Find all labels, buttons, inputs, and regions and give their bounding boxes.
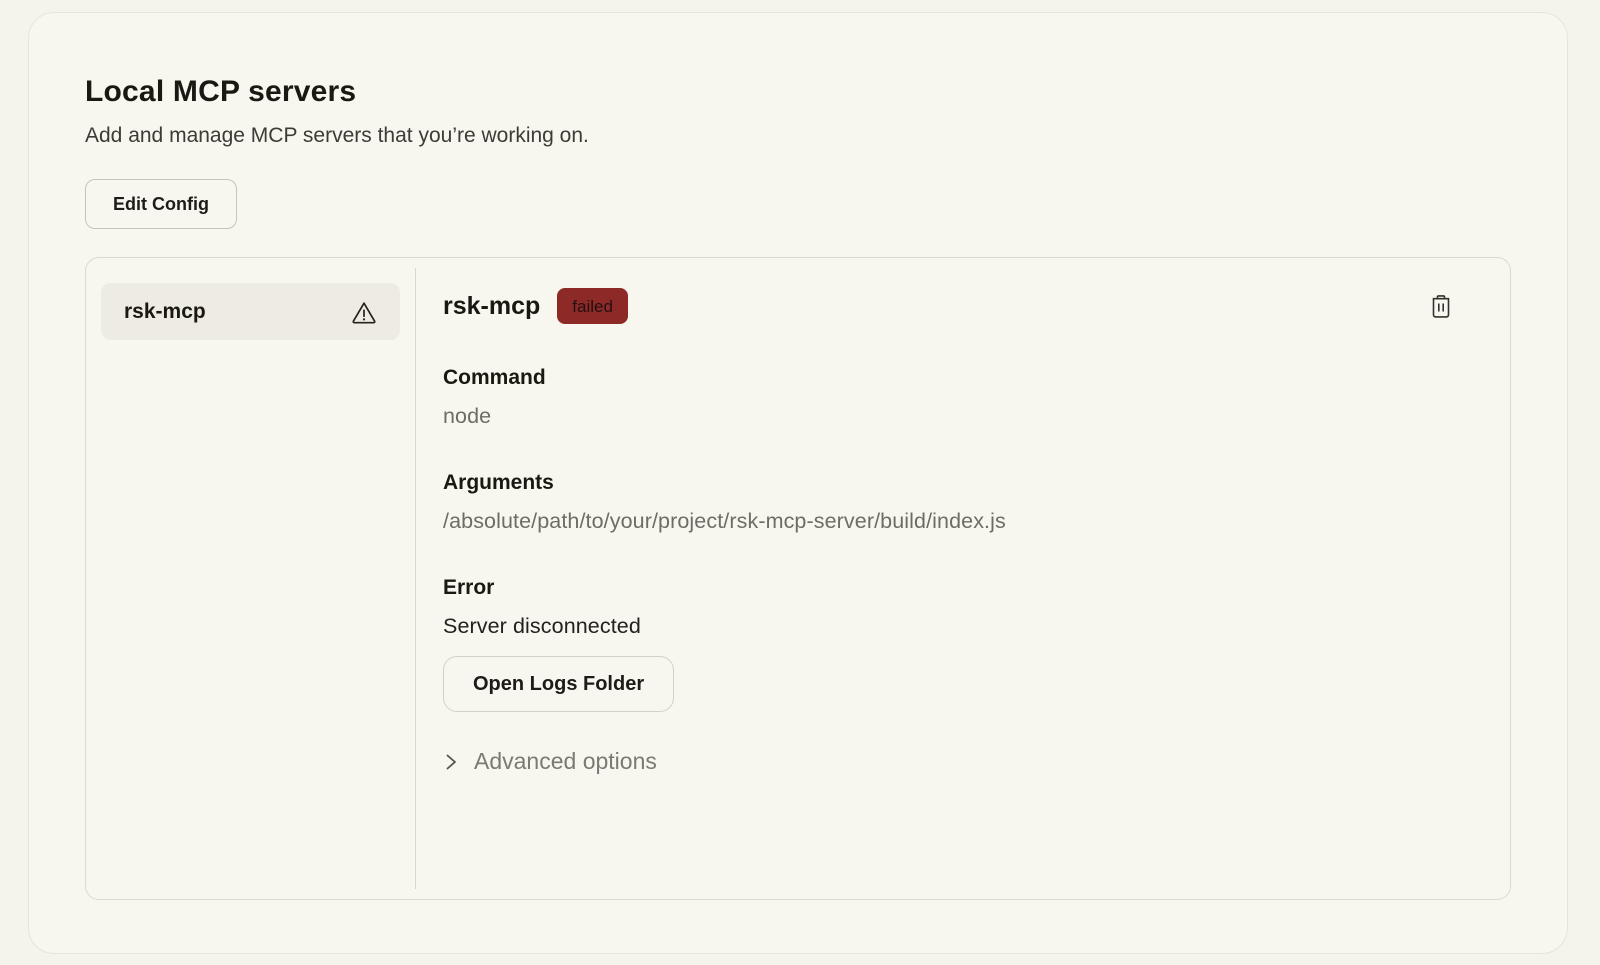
- mcp-servers-panel: rsk-mcp rsk-mcp failed: [85, 257, 1511, 900]
- field-arguments: Arguments /absolute/path/to/your/project…: [443, 471, 1456, 534]
- page-title: Local MCP servers: [85, 75, 1567, 109]
- field-arguments-label: Arguments: [443, 471, 1456, 495]
- status-badge: failed: [557, 288, 628, 324]
- field-command-label: Command: [443, 366, 1456, 390]
- advanced-options-label: Advanced options: [474, 748, 657, 775]
- edit-config-button[interactable]: Edit Config: [85, 179, 237, 229]
- server-list: rsk-mcp: [86, 258, 415, 899]
- field-error-label: Error: [443, 576, 1456, 600]
- chevron-right-icon: [443, 752, 459, 772]
- server-list-item-rsk-mcp[interactable]: rsk-mcp: [101, 283, 400, 340]
- field-command: Command node: [443, 366, 1456, 429]
- field-arguments-value: /absolute/path/to/your/project/rsk-mcp-s…: [443, 509, 1456, 534]
- local-mcp-servers-page: Local MCP servers Add and manage MCP ser…: [28, 12, 1568, 954]
- server-name-label: rsk-mcp: [124, 300, 206, 324]
- warning-icon: [351, 300, 377, 324]
- server-detail-header: rsk-mcp failed: [443, 288, 1456, 324]
- server-detail: rsk-mcp failed Command node: [416, 258, 1510, 899]
- field-command-value: node: [443, 404, 1456, 429]
- trash-icon: [1430, 294, 1452, 319]
- advanced-options-toggle[interactable]: Advanced options: [443, 748, 1456, 775]
- open-logs-folder-button[interactable]: Open Logs Folder: [443, 656, 674, 712]
- field-error-value: Server disconnected: [443, 614, 1456, 639]
- delete-server-button[interactable]: [1426, 290, 1456, 323]
- server-detail-title: rsk-mcp: [443, 292, 540, 321]
- field-error: Error Server disconnected: [443, 576, 1456, 639]
- page-subtitle: Add and manage MCP servers that you’re w…: [85, 124, 1567, 148]
